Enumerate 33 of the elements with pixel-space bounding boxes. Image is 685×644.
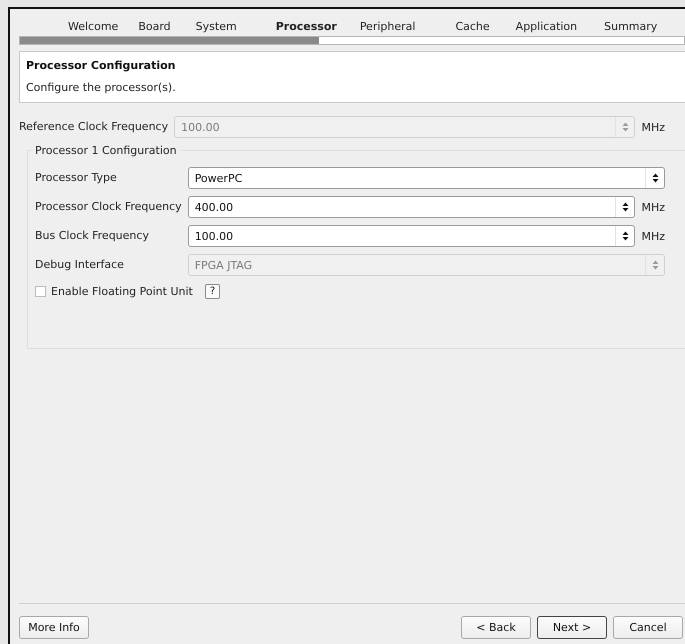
field-label: Processor Clock Frequency (35, 200, 182, 214)
spin-field[interactable]: 400.00 (188, 196, 636, 218)
wizard-step-tab[interactable]: Peripheral (360, 20, 416, 33)
wizard-step-tab[interactable]: Summary (604, 20, 658, 33)
wizard-step-tab[interactable]: Board (138, 20, 171, 33)
help-button[interactable]: ? (204, 284, 220, 299)
wizard-button[interactable]: Cancel (613, 616, 683, 639)
wizard-step-tab[interactable]: Processor (276, 20, 337, 33)
checkbox[interactable] (35, 286, 46, 297)
unit-label: MHz (641, 200, 665, 214)
wizard-step-tab[interactable]: Application (516, 20, 578, 33)
wizard-step-tab[interactable]: Welcome (68, 20, 118, 33)
wizard-button[interactable]: More Info (19, 616, 89, 639)
group-title: Processor 1 Configuration (34, 144, 178, 157)
unit-label: MHz (641, 230, 665, 242)
wizard-button[interactable]: < Back (461, 616, 531, 639)
dropdown-arrows-icon (652, 173, 658, 183)
dropdown-arrows-icon (652, 260, 658, 270)
page-description: Configure the processor(s). (26, 81, 177, 94)
checkbox-label[interactable]: Enable Floating Point Unit (51, 285, 193, 298)
spin-arrows-icon[interactable] (622, 202, 629, 212)
field-label: Processor Type (35, 171, 118, 185)
field-label: Debug Interface (35, 258, 125, 272)
wizard-step-tab[interactable]: System (196, 20, 237, 33)
dropdown-field[interactable]: PowerPC (188, 167, 665, 189)
wizard-button[interactable]: Next > (537, 616, 607, 639)
field-label: Reference Clock Frequency (19, 120, 168, 134)
unit-label: MHz (641, 120, 665, 134)
spin-arrows-icon[interactable] (622, 231, 629, 241)
spin-field[interactable]: 100.00 (188, 225, 636, 247)
page-title: Processor Configuration (26, 59, 177, 72)
wizard-step-tab[interactable]: Cache (455, 20, 490, 33)
field-label: Bus Clock Frequency (35, 229, 150, 243)
